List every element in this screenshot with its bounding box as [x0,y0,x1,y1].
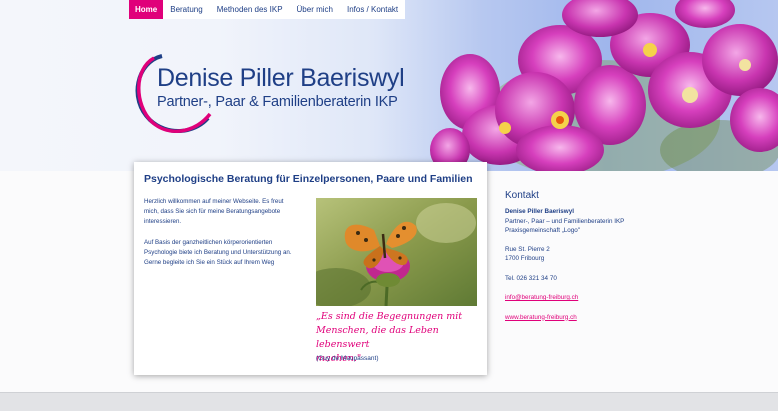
contact-heading: Kontakt [505,190,539,201]
footer-bar [0,392,778,411]
quote-author: (Guy de Maupassant) [316,355,379,362]
nav-tab-methoden[interactable]: Methoden des IKP [209,0,290,19]
contact-role: Partner-, Paar – und Familienberaterin I… [505,217,625,225]
contact-street: Rue St. Pierre 2 [505,245,550,253]
nav-tab-infos-kontakt[interactable]: Infos / Kontakt [339,0,406,19]
intro-text-2: Auf Basis der ganzheitlichen körperorien… [144,239,292,266]
contact-email-link[interactable]: info@beratung-freiburg.ch [505,293,705,303]
contact-website-link[interactable]: www.beratung-freiburg.ch [505,313,705,323]
contact-practice: Praxisgemeinschaft „Logo" [505,227,581,234]
main-content-card: Psychologische Beratung für Einzelperson… [134,162,487,375]
contact-phone: Tel. 026 321 34 70 [505,274,557,282]
page-title: Psychologische Beratung für Einzelperson… [144,173,473,185]
nav-tab-beratung[interactable]: Beratung [163,0,210,19]
contact-city: 1700 Fribourg [505,255,545,262]
main-nav: Home Beratung Methoden des IKP Über mich… [129,0,406,19]
butterfly-photo [316,198,477,306]
header-banner: Home Beratung Methoden des IKP Über mich… [0,0,778,171]
nav-tab-home[interactable]: Home [129,0,164,19]
contact-name: Denise Piller Baeriswyl [505,208,574,215]
logo-name[interactable]: Denise Piller Baeriswyl [157,64,405,93]
logo-subtitle: Partner-, Paar & Familienberaterin IKP [157,94,398,110]
nav-tab-ueber-mich[interactable]: Über mich [289,0,340,19]
intro-text: Herzlich willkommen auf meiner Webseite.… [144,198,284,225]
contact-sidebar: Kontakt Denise Piller Baeriswyl Partner-… [505,190,705,322]
